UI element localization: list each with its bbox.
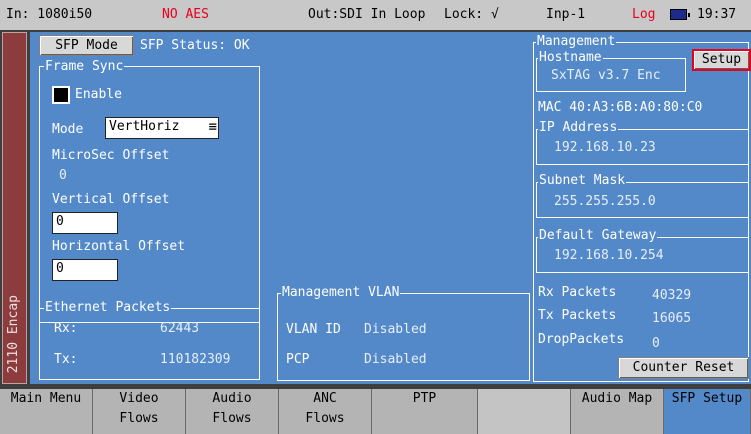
clock: 19:37 xyxy=(697,7,737,22)
management-legend: Management xyxy=(536,34,617,49)
aes-status: NO AES xyxy=(162,7,209,22)
ip-address-value[interactable]: 192.168.10.23 xyxy=(554,140,656,156)
mgmt-drop-value: 0 xyxy=(652,336,660,351)
main-panel: SFP Mode SFP Status: OK Frame Sync Enabl… xyxy=(30,32,751,384)
vertical-offset-label: Vertical Offset xyxy=(52,192,170,207)
mode-select-value: VertHoriz xyxy=(109,119,180,134)
vlan-id-label: VLAN ID xyxy=(286,322,341,337)
output-status: Out:SDI In Loop xyxy=(308,7,426,22)
menu-video-flows-label: Video xyxy=(119,391,159,406)
vertical-offset-input[interactable]: 0 xyxy=(52,212,118,234)
setup-button[interactable]: Setup xyxy=(692,49,751,71)
menu-video-flows[interactable]: Video Flows xyxy=(93,389,186,434)
subnet-mask-value[interactable]: 255.255.255.0 xyxy=(554,194,656,210)
menu-empty[interactable] xyxy=(478,389,571,434)
mgmt-tx-label: Tx Packets xyxy=(538,308,617,323)
microsec-label: MicroSec Offset xyxy=(52,148,170,163)
menu-audio-map[interactable]: Audio Map xyxy=(571,389,664,434)
mgmt-drop-label: DropPackets xyxy=(538,332,625,347)
mgmt-rx-label: Rx Packets xyxy=(538,285,617,300)
pcp-label: PCP xyxy=(286,352,310,367)
default-gateway-legend: Default Gateway xyxy=(538,228,658,243)
subnet-mask-legend: Subnet Mask xyxy=(538,173,627,188)
menu-audio-map-label: Audio Map xyxy=(581,391,653,406)
mode-label: Mode xyxy=(52,122,84,137)
ethernet-packets-legend: Ethernet Packets xyxy=(44,300,172,315)
menu-sfp-setup[interactable]: SFP Setup xyxy=(664,389,751,434)
mode-select[interactable]: VertHoriz ≡ xyxy=(105,117,219,139)
microsec-value: 0 xyxy=(59,168,67,183)
side-tab[interactable]: 2110 Encap xyxy=(2,32,27,384)
frame-sync-legend: Frame Sync xyxy=(44,59,125,74)
counter-reset-button[interactable]: Counter Reset xyxy=(618,357,749,379)
menu-ptp[interactable]: PTP xyxy=(372,389,478,434)
menu-ptp-label: PTP xyxy=(412,391,437,406)
ip-address-legend: IP Address xyxy=(538,120,619,135)
menu-anc-flows-label: ANC xyxy=(313,391,337,406)
side-tab-label: 2110 Encap xyxy=(6,294,21,373)
input-select: Inp-1 xyxy=(546,7,586,22)
battery-icon xyxy=(670,9,690,20)
management-vlan-legend: Management VLAN xyxy=(281,285,401,300)
lock-status: Lock: √ xyxy=(444,7,499,22)
hostname-legend: Hostname xyxy=(538,50,603,65)
mgmt-rx-value: 40329 xyxy=(652,288,692,303)
horizontal-offset-label: Horizontal Offset xyxy=(52,239,186,254)
default-gateway-value[interactable]: 192.168.10.254 xyxy=(554,248,664,264)
sfp-status: SFP Status: OK xyxy=(140,38,250,53)
ethernet-rx-value: 62443 xyxy=(160,321,200,336)
hostname-value[interactable]: SxTAG v3.7 Enc xyxy=(551,68,661,84)
input-format: In: 1080i50 xyxy=(6,7,93,22)
log-indicator: Log xyxy=(632,7,656,22)
dropdown-icon: ≡ xyxy=(208,119,217,135)
enable-label: Enable xyxy=(75,87,122,102)
menu-sfp-setup-label: SFP Setup xyxy=(671,391,743,406)
vlan-id-value: Disabled xyxy=(364,322,427,337)
pcp-value: Disabled xyxy=(364,352,427,367)
ethernet-tx-value: 110182309 xyxy=(160,352,231,367)
sfp-mode-button[interactable]: SFP Mode xyxy=(39,35,134,56)
mgmt-tx-value: 16065 xyxy=(652,311,692,326)
mac-address: MAC 40:A3:6B:A0:80:C0 xyxy=(538,100,703,115)
menu-audio-flows-label: Audio xyxy=(212,391,252,406)
ethernet-rx-label: Rx: xyxy=(54,321,78,336)
ethernet-tx-label: Tx: xyxy=(54,352,78,367)
menu-audio-flows[interactable]: Audio Flows xyxy=(186,389,279,434)
horizontal-offset-input[interactable]: 0 xyxy=(52,259,118,281)
status-bar: In: 1080i50 NO AES Out:SDI In Loop Lock:… xyxy=(0,0,751,30)
ethernet-packets-group xyxy=(39,308,260,380)
menu-main-menu[interactable]: Main Menu xyxy=(0,389,93,434)
enable-checkbox[interactable] xyxy=(52,86,70,104)
menu-anc-flows[interactable]: ANC Flows xyxy=(279,389,372,434)
menu-main-menu-label: Main Menu xyxy=(10,391,82,406)
